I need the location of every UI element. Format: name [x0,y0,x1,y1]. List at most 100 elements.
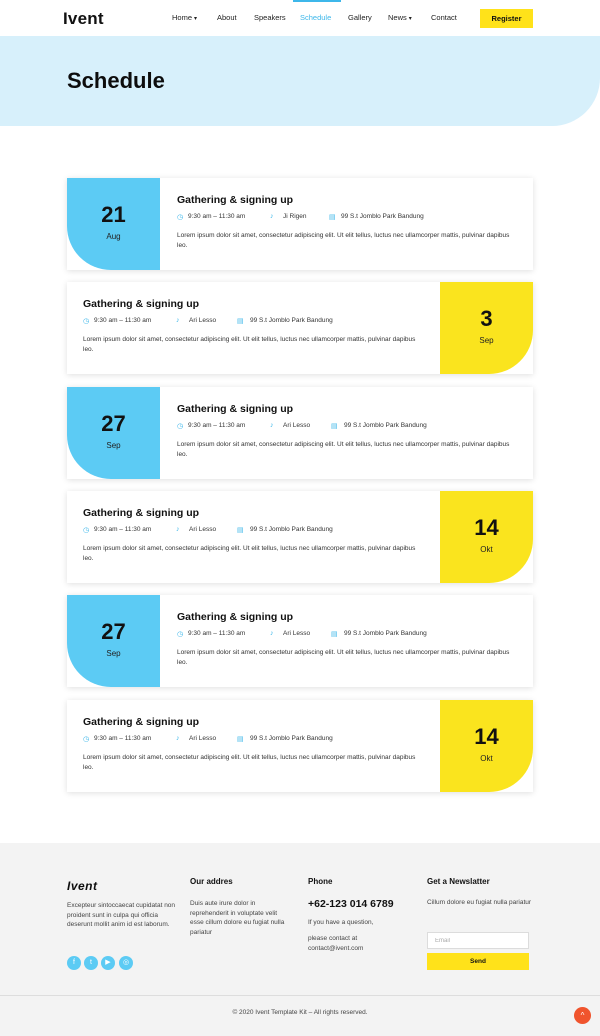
microphone-icon: ♪ [270,630,274,637]
event-month: Okt [480,545,493,554]
nav-item-gallery[interactable]: Gallery [348,13,372,22]
map-icon: ▤ [237,527,244,534]
event-meta: ◷ 9:30 am – 11:30 am ♪ Ari Lesso ▤ 99 S.… [177,630,537,640]
top-navbar: Ivent Home ▾ About Speakers Schedule Gall… [0,0,600,36]
event-content: Gathering & signing up ◷ 9:30 am – 11:30… [177,387,537,479]
microphone-icon: ♪ [270,422,274,429]
schedule-item[interactable]: Gathering & signing up ◷ 9:30 am – 11:30… [67,700,533,792]
event-day: 27 [101,411,126,436]
nav-item-about[interactable]: About [217,13,237,22]
nav-item-contact[interactable]: Contact [431,13,457,22]
chevron-down-icon: ▾ [408,16,412,22]
event-description: Lorem ipsum dolor sit amet, consectetur … [83,336,416,353]
event-day: 14 [474,515,499,540]
nav-item-home[interactable]: Home ▾ [172,13,197,22]
event-location: 99 S.t Jomblo Park Bandung [344,630,427,637]
event-time: 9:30 am – 11:30 am [188,630,246,637]
footer-logo[interactable]: Ivent [67,879,98,893]
event-title[interactable]: Gathering & signing up [83,507,199,519]
event-description: Lorem ipsum dolor sit amet, consectetur … [177,232,510,249]
map-icon: ▤ [237,736,244,743]
event-speaker: Ari Lesso [189,735,217,742]
clock-icon: ◷ [83,527,90,534]
newsletter-text: Cillum dolore eu fugiat nulla pariatur [427,899,532,906]
event-date: 14 Okt [440,700,533,792]
footer-address-heading: Our addres [190,877,233,886]
newsletter-email-input[interactable] [427,932,529,949]
event-location: 99 S.t Jomblo Park Bandung [344,422,427,429]
microphone-icon: ♪ [270,213,274,220]
event-content: Gathering & signing up ◷ 9:30 am – 11:30… [83,282,443,374]
schedule-item[interactable]: 27 Sep Gathering & signing up ◷ 9:30 am … [67,387,533,479]
clock-icon: ◷ [83,318,90,325]
event-speaker: Ari Lesso [283,422,311,429]
event-time: 9:30 am – 11:30 am [94,735,152,742]
site-footer: Ivent Excepteur sintoccaecat cupidatat n… [0,843,600,1036]
microphone-icon: ♪ [176,317,180,324]
event-title[interactable]: Gathering & signing up [83,298,199,310]
newsletter-send-button[interactable]: Send [427,953,529,970]
event-meta: ◷ 9:30 am – 11:30 am ♪ Ari Lesso ▤ 99 S.… [83,317,443,327]
nav-item-schedule[interactable]: Schedule [300,13,331,22]
event-description: Lorem ipsum dolor sit amet, consectetur … [177,441,510,458]
clock-icon: ◷ [177,631,184,638]
clock-icon: ◷ [177,423,184,430]
event-month: Sep [479,336,494,345]
schedule-item[interactable]: Gathering & signing up ◷ 9:30 am – 11:30… [67,491,533,583]
youtube-icon[interactable]: ▶ [101,956,115,970]
schedule-item[interactable]: 27 Sep Gathering & signing up ◷ 9:30 am … [67,595,533,687]
event-title[interactable]: Gathering & signing up [177,403,293,415]
footer-address-text: Duis aute irure dolor in reprehenderit i… [190,900,285,936]
back-to-top-icon[interactable]: ^ [574,1007,591,1024]
event-time: 9:30 am – 11:30 am [94,317,152,324]
event-title[interactable]: Gathering & signing up [177,611,293,623]
event-meta: ◷ 9:30 am – 11:30 am ♪ Ari Lesso ▤ 99 S.… [177,422,537,432]
event-location: 99 S.t Jomblo Park Bandung [250,735,333,742]
footer-about-text: Excepteur sintoccaecat cupidatat non pro… [67,902,176,928]
event-meta: ◷ 9:30 am – 11:30 am ♪ Ari Lesso ▤ 99 S.… [83,735,443,745]
event-meta: ◷ 9:30 am – 11:30 am ♪ Ji Rigen ▤ 99 S.t… [177,213,537,223]
phone-contact-text: please contact at contact@ivent.com [308,935,364,952]
event-title[interactable]: Gathering & signing up [177,194,293,206]
page-hero: Schedule [0,36,600,126]
clock-icon: ◷ [83,736,90,743]
chevron-down-icon: ▾ [194,16,198,22]
event-description: Lorem ipsum dolor sit amet, consectetur … [83,754,416,771]
event-date: 14 Okt [440,491,533,583]
event-date: 21 Aug [67,178,160,270]
event-title[interactable]: Gathering & signing up [83,716,199,728]
copyright-text: © 2020 Ivent Template Kit – All rights r… [232,1009,368,1016]
footer-newsletter-heading: Get a Newslatter [427,877,490,886]
event-month: Okt [480,754,493,763]
event-time: 9:30 am – 11:30 am [188,422,246,429]
register-button[interactable]: Register [480,9,533,28]
event-day: 14 [474,724,499,749]
phone-number[interactable]: +62-123 014 6789 [308,898,394,910]
event-date: 27 Sep [67,387,160,479]
event-speaker: Ji Rigen [283,213,307,220]
nav-item-news[interactable]: News ▾ [388,13,412,22]
event-date: 3 Sep [440,282,533,374]
event-time: 9:30 am – 11:30 am [188,213,246,220]
event-location: 99 S.t Jomblo Park Bandung [250,526,333,533]
event-month: Sep [106,649,121,658]
event-content: Gathering & signing up ◷ 9:30 am – 11:30… [83,700,443,792]
footer-divider [0,995,600,996]
twitter-icon[interactable]: t [84,956,98,970]
event-month: Sep [106,441,121,450]
map-icon: ▤ [329,214,336,221]
event-speaker: Ari Lesso [283,630,311,637]
nav-item-speakers[interactable]: Speakers [254,13,286,22]
instagram-icon[interactable]: ◎ [119,956,133,970]
event-time: 9:30 am – 11:30 am [94,526,152,533]
event-description: Lorem ipsum dolor sit amet, consectetur … [177,649,510,666]
event-location: 99 S.t Jomblo Park Bandung [341,213,424,220]
map-icon: ▤ [237,318,244,325]
event-content: Gathering & signing up ◷ 9:30 am – 11:30… [177,178,537,270]
schedule-item[interactable]: Gathering & signing up ◷ 9:30 am – 11:30… [67,282,533,374]
footer-phone-heading: Phone [308,877,333,886]
microphone-icon: ♪ [176,735,180,742]
schedule-item[interactable]: 21 Aug Gathering & signing up ◷ 9:30 am … [67,178,533,270]
event-day: 21 [101,202,126,227]
facebook-icon[interactable]: f [67,956,81,970]
